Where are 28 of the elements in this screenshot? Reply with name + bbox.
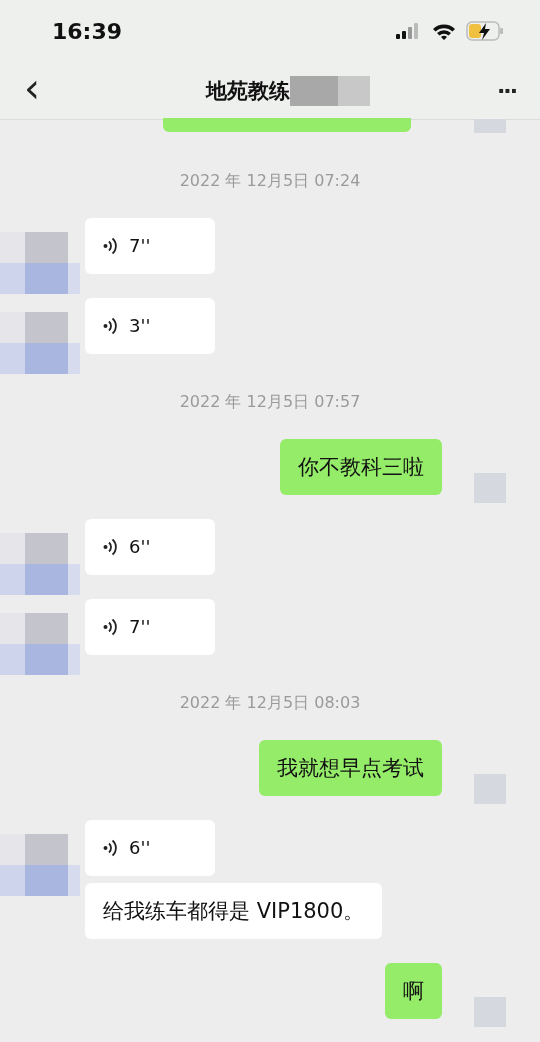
voice-message[interactable]: 3'' — [85, 298, 215, 354]
message-bubble: 我就想早点考试 — [259, 740, 442, 796]
clock: 16:39 — [52, 18, 124, 44]
voice-icon — [103, 839, 117, 857]
voice-message[interactable]: 7'' — [85, 218, 215, 274]
voice-icon — [103, 618, 117, 636]
voice-message[interactable]: 6'' — [85, 519, 215, 575]
avatar[interactable] — [0, 834, 80, 896]
voice-icon — [103, 237, 117, 255]
message-bubble: 给我练车都得是 VIP1800。 — [85, 883, 383, 939]
message-bubble[interactable] — [163, 118, 411, 132]
voice-message[interactable]: 6'' — [85, 820, 215, 876]
voice-message[interactable]: 7'' — [85, 599, 215, 655]
avatar[interactable] — [0, 232, 80, 294]
voice-icon — [103, 317, 117, 335]
message-bubble: 啊 — [385, 963, 442, 1019]
avatar[interactable] — [0, 613, 80, 675]
back-button[interactable]: ‹ — [18, 67, 46, 108]
timestamp: 2022 年 12月5日 08:03 — [179, 693, 361, 713]
voice-icon — [103, 538, 117, 556]
chat-title: 地苑教练 — [206, 77, 291, 105]
message-bubble: 你不教科三啦 — [280, 439, 442, 495]
avatar[interactable] — [0, 312, 80, 374]
wifi-icon — [432, 22, 456, 40]
timestamp: 2022 年 12月5日 07:57 — [179, 392, 361, 412]
avatar[interactable] — [0, 533, 80, 595]
more-button[interactable]: ··· — [490, 77, 522, 104]
timestamp: 2022 年 12月5日 07:24 — [179, 171, 361, 191]
